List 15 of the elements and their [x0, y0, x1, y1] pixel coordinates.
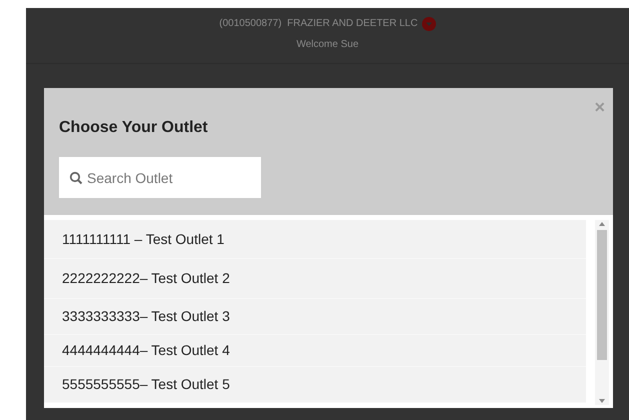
dropdown-icon[interactable] — [422, 16, 436, 30]
scrollbar[interactable] — [595, 220, 609, 405]
outlet-item[interactable]: 1111111111 – Test Outlet 1 — [44, 220, 586, 259]
outlet-item[interactable]: 4444444444– Test Outlet 4 — [44, 335, 586, 367]
account-name: (0010500877) FRAZIER AND DEETER LLC — [219, 17, 418, 31]
outlet-item[interactable]: 5555555555– Test Outlet 5 — [44, 367, 586, 403]
outlet-item[interactable]: 2222222222– Test Outlet 2 — [44, 259, 586, 299]
scroll-down-icon[interactable] — [598, 397, 606, 405]
scrollbar-thumb[interactable] — [597, 230, 607, 360]
search-icon — [69, 171, 83, 185]
scroll-up-icon[interactable] — [598, 220, 606, 228]
search-field[interactable]: Search Outlet — [59, 157, 261, 198]
modal-title: Choose Your Outlet — [59, 118, 209, 138]
welcome-text: Welcome Sue — [296, 38, 359, 52]
outlet-item[interactable]: 3333333333– Test Outlet 3 — [44, 299, 586, 335]
